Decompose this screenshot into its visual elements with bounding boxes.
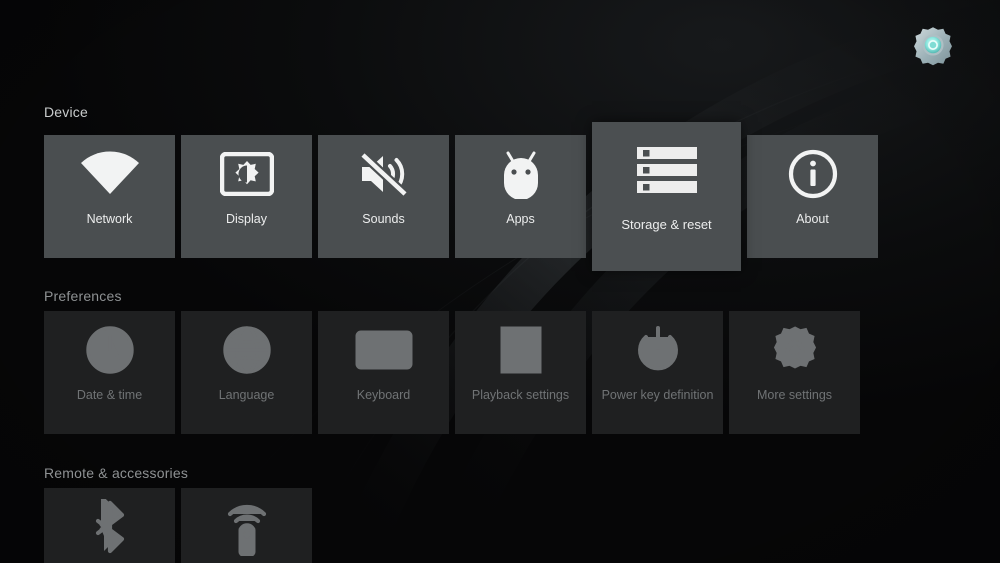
keyboard-icon [318, 311, 449, 389]
wifi-icon [44, 135, 175, 213]
tile-label: Apps [506, 212, 535, 226]
film-strip-icon [455, 311, 586, 389]
tile-language[interactable]: Language [181, 311, 312, 434]
tile-label: Network [86, 212, 133, 226]
tile-label: Sounds [362, 212, 405, 226]
tile-label: More settings [756, 388, 833, 402]
tiles-device: Network Display Sounds Apps Storage & re… [44, 122, 878, 271]
tile-label: Keyboard [356, 388, 411, 402]
tile-label: Date & time [76, 388, 143, 402]
gear-icon [729, 311, 860, 389]
storage-icon [592, 122, 741, 218]
tile-label: Display [226, 212, 267, 226]
tile-apps[interactable]: Apps [455, 135, 586, 258]
tile-bluetooth[interactable] [44, 488, 175, 563]
remote-control-icon [181, 488, 312, 563]
tile-keyboard[interactable]: Keyboard [318, 311, 449, 434]
tile-power-key-definition[interactable]: Power key definition [592, 311, 723, 434]
tile-label: Power key definition [601, 388, 714, 402]
android-icon [455, 135, 586, 213]
power-icon [592, 311, 723, 389]
tile-storage-reset[interactable]: Storage & reset [592, 122, 741, 271]
row-title-preferences: Preferences [44, 288, 122, 304]
tile-network[interactable]: Network [44, 135, 175, 258]
tile-label: Language [218, 388, 275, 402]
tiles-remote [44, 488, 312, 563]
gear-logo-icon [914, 27, 952, 66]
tile-date-time[interactable]: Date & time [44, 311, 175, 434]
tiles-preferences: Date & time Language Keyboard Playback s… [44, 311, 860, 434]
info-icon [747, 135, 878, 213]
globe-icon [181, 311, 312, 389]
tile-label: Storage & reset [621, 217, 712, 232]
volume-mute-icon [318, 135, 449, 213]
row-title-remote: Remote & accessories [44, 465, 189, 481]
tile-label: Playback settings [471, 388, 570, 402]
tile-display[interactable]: Display [181, 135, 312, 258]
clock-icon [44, 311, 175, 389]
tile-remote-control[interactable] [181, 488, 312, 563]
tile-about[interactable]: About [747, 135, 878, 258]
row-title-device: Device [44, 104, 88, 120]
tile-more-settings[interactable]: More settings [729, 311, 860, 434]
bluetooth-icon [44, 488, 175, 563]
tile-label: About [796, 212, 829, 226]
tile-sounds[interactable]: Sounds [318, 135, 449, 258]
brightness-icon [181, 135, 312, 213]
settings-screen: Device Network Display Sounds Apps Stora… [0, 0, 1000, 563]
tile-playback-settings[interactable]: Playback settings [455, 311, 586, 434]
